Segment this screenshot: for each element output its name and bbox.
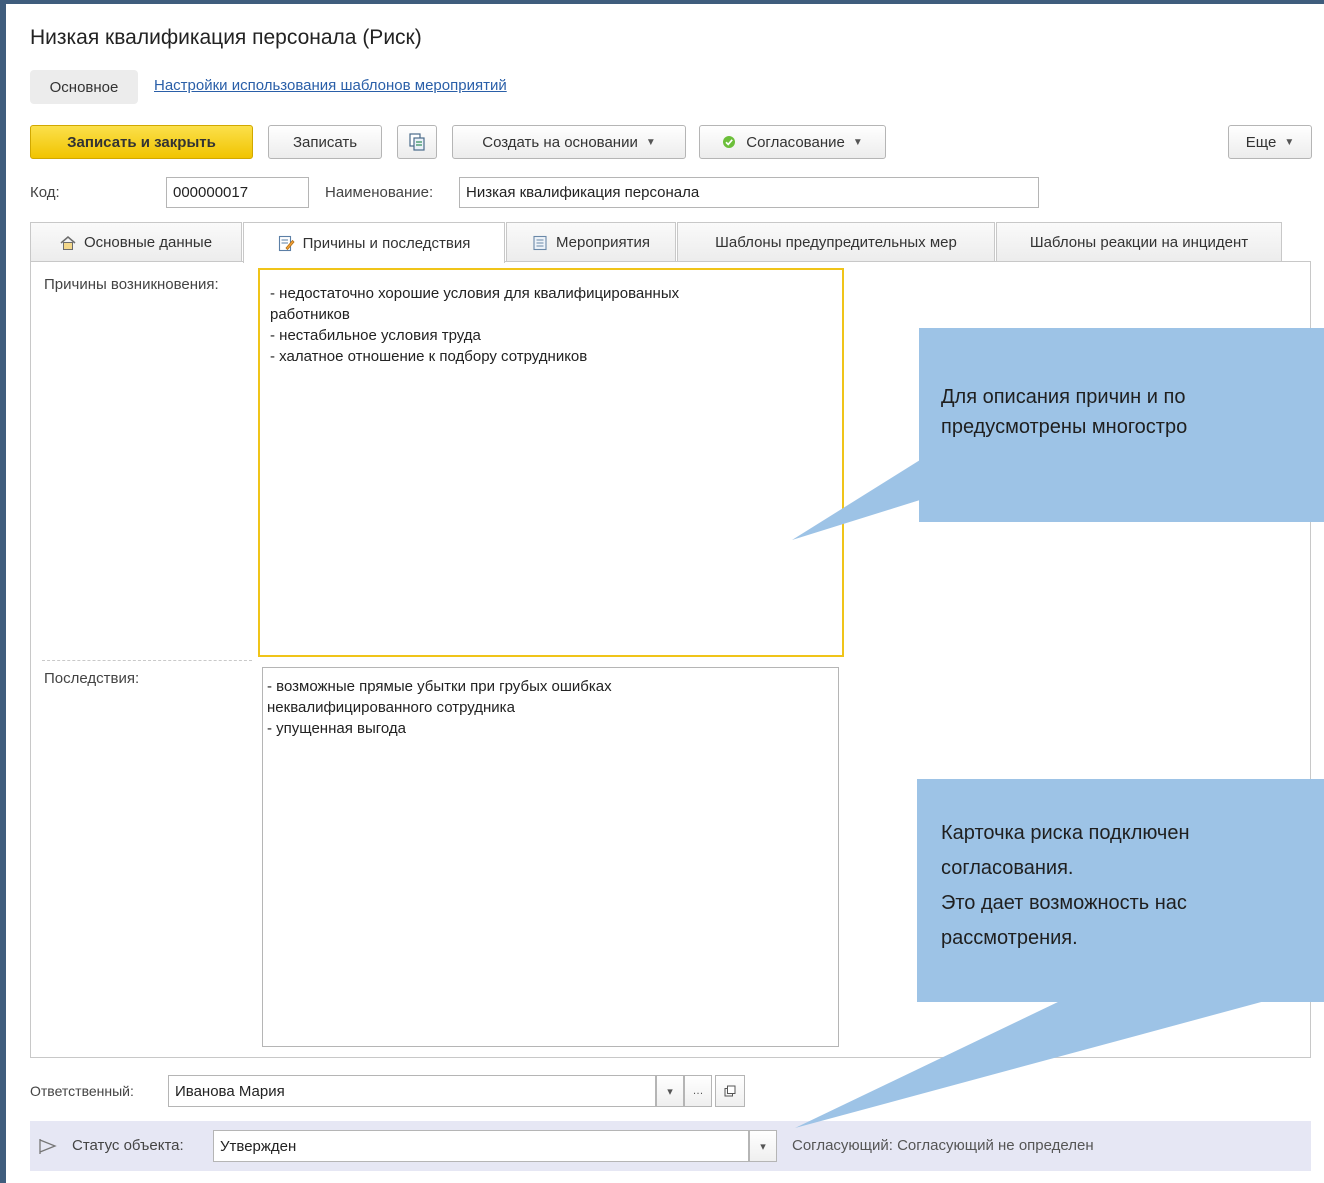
- callout-2-line-1: Карточка риска подключен: [941, 822, 1190, 844]
- tab-causes-consequences[interactable]: Причины и последствия: [243, 222, 505, 263]
- callout-1-pointer: [792, 460, 920, 540]
- callout-1-line-2: предусмотрены многостро: [941, 416, 1188, 438]
- callout-2: Карточка риска подключен согласования. Э…: [917, 779, 1324, 1002]
- tab-causes-consequences-label: Причины и последствия: [302, 234, 471, 252]
- edit-document-icon: [278, 235, 295, 252]
- callout-1: Для описания причин и по предусмотрены м…: [919, 328, 1324, 522]
- callout-2-line-3: Это дает возможность нас: [941, 892, 1187, 914]
- callout-2-line-4: рассмотрения.: [941, 927, 1078, 949]
- callout-2-line-2: согласования.: [941, 857, 1074, 879]
- callout-2-pointer: [795, 1001, 1265, 1128]
- callout-1-line-1: Для описания причин и по: [941, 386, 1186, 408]
- callout-pointers: [792, 460, 1265, 1128]
